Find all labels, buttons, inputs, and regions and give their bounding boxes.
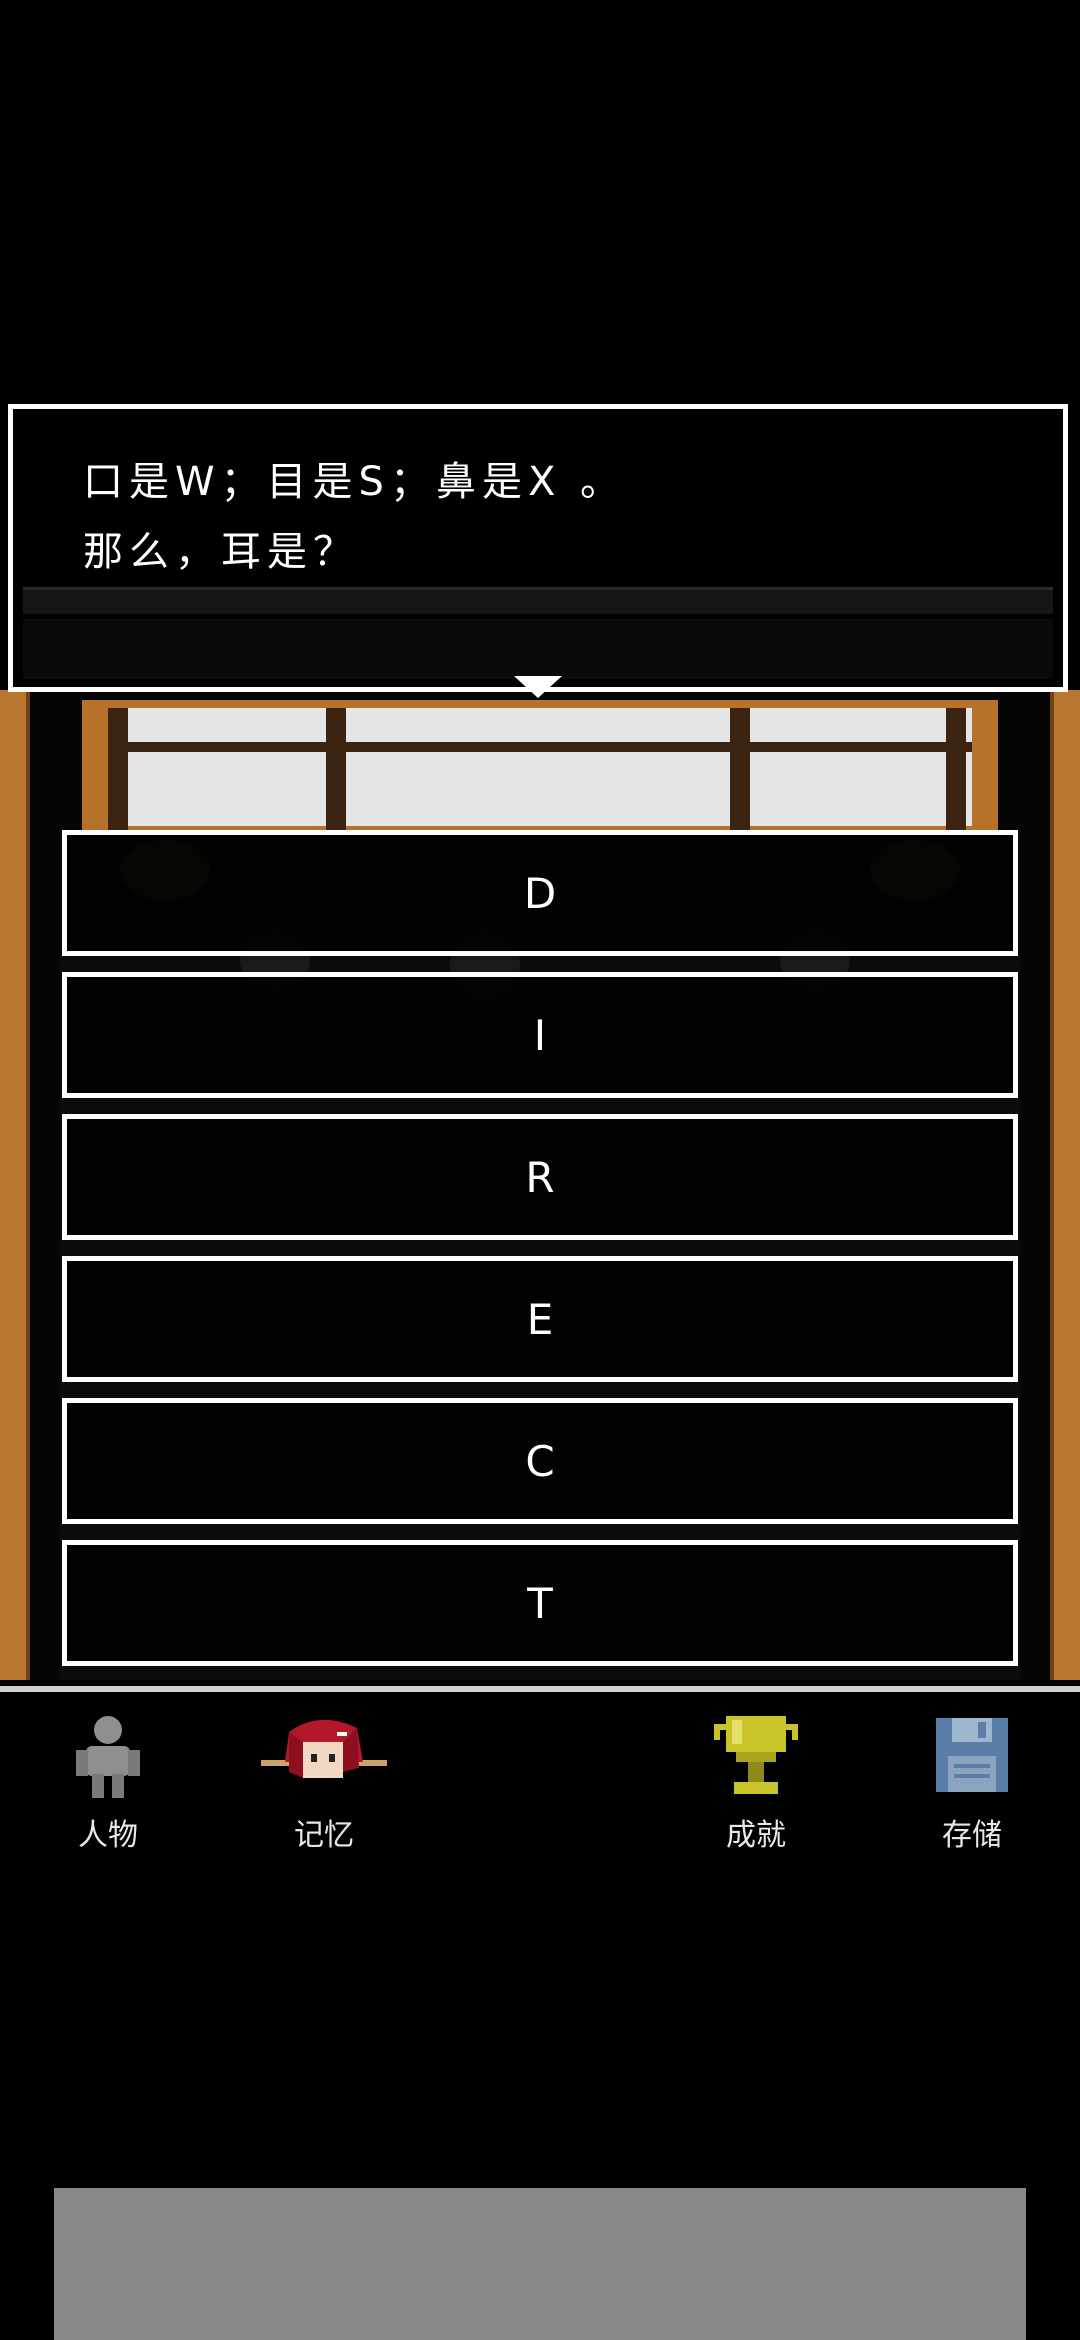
scene-window-bar (946, 708, 966, 838)
option-button[interactable]: C (62, 1398, 1018, 1524)
option-button[interactable]: I (62, 972, 1018, 1098)
nav-memory-label: 记忆 (294, 1818, 354, 1853)
nav-save[interactable]: 存储 (902, 1712, 1042, 1854)
nav-characters[interactable]: 人物 (38, 1712, 178, 1854)
nav-characters-label: 人物 (78, 1818, 138, 1853)
trophy-icon (708, 1712, 804, 1802)
dialog-line-2: 那么，耳是？ (83, 529, 359, 575)
save-disk-icon (924, 1712, 1020, 1802)
option-button[interactable]: E (62, 1256, 1018, 1382)
nav-achievements-label: 成就 (726, 1818, 786, 1853)
memory-portrait-icon (261, 1712, 387, 1802)
scene-pillar-left (0, 690, 30, 1680)
dialog-shadow (23, 619, 1053, 679)
scene-window-bar (108, 708, 128, 838)
scene-window (108, 708, 972, 826)
nav-achievements[interactable]: 成就 (686, 1712, 826, 1854)
nav-divider (0, 1686, 1080, 1692)
person-icon (60, 1712, 156, 1802)
nav-save-label: 存储 (942, 1818, 1002, 1853)
ad-banner[interactable] (54, 2188, 1026, 2340)
scene-pillar-right (1050, 690, 1080, 1680)
dialog-line-1: 口是W；目是S；鼻是X 。 (83, 459, 627, 505)
dialog-divider (23, 587, 1053, 614)
scene-window-bar (730, 708, 750, 838)
dialog-box[interactable]: 口是W；目是S；鼻是X 。 那么，耳是？ (8, 404, 1068, 692)
scene-window-bar (326, 708, 346, 838)
scene-window-rail (108, 742, 972, 752)
option-button[interactable]: R (62, 1114, 1018, 1240)
option-button[interactable]: T (62, 1540, 1018, 1666)
option-button[interactable]: D (62, 830, 1018, 956)
nav-memory[interactable]: 记忆 (254, 1712, 394, 1854)
dialog-advance-icon (514, 676, 562, 698)
